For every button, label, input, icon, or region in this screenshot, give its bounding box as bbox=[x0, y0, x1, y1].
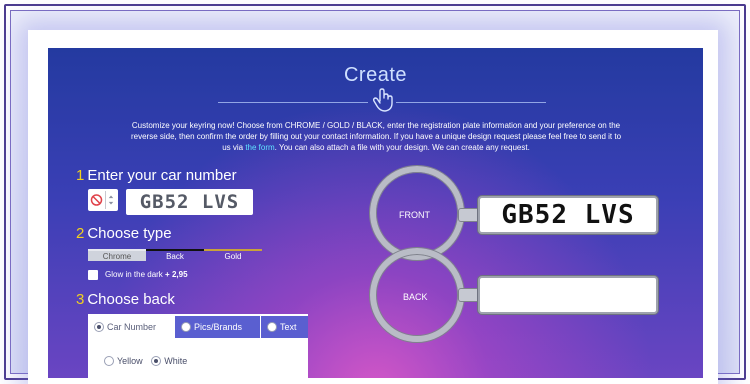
color-white-label[interactable]: White bbox=[164, 356, 187, 366]
tab-car-number-radio[interactable] bbox=[94, 321, 104, 332]
glow-in-dark-label: Glow in the dark + 2,95 bbox=[105, 270, 188, 280]
front-plate-preview: GB52 LVS bbox=[478, 196, 658, 234]
color-yellow-radio[interactable] bbox=[104, 355, 114, 366]
car-number-input[interactable]: GB52 LVS bbox=[126, 189, 253, 215]
step3-number: 3 bbox=[76, 291, 85, 308]
step3-heading: 3 Choose back bbox=[76, 291, 175, 308]
step1-title: Enter your car number bbox=[87, 167, 237, 184]
step2-number: 2 bbox=[76, 225, 85, 242]
intro-text-part2: . You can also attach a file with your d… bbox=[274, 143, 530, 152]
tab-pics-brands-radio[interactable] bbox=[181, 321, 191, 332]
glow-label-text: Glow in the dark bbox=[105, 270, 163, 279]
glow-price: + 2,95 bbox=[165, 270, 188, 279]
pointer-hand-icon bbox=[372, 88, 393, 112]
tab-pics-brands[interactable]: Pics/Brands bbox=[175, 316, 260, 338]
step2-title: Choose type bbox=[87, 225, 172, 242]
step1-heading: 1 Enter your car number bbox=[76, 167, 237, 184]
tab-text-label: Text bbox=[280, 322, 297, 332]
color-white-radio[interactable] bbox=[151, 355, 162, 366]
title-divider-left bbox=[218, 102, 368, 103]
tab-text-radio[interactable] bbox=[267, 321, 277, 332]
no-symbol-icon bbox=[90, 194, 103, 206]
type-selector: Chrome Back Gold bbox=[88, 249, 262, 261]
tab-car-number[interactable]: Car Number bbox=[88, 316, 174, 338]
back-color-options: Yellow White bbox=[98, 355, 187, 367]
type-option-gold[interactable]: Gold bbox=[204, 249, 262, 261]
tab-car-number-label: Car Number bbox=[107, 322, 157, 332]
back-plate-preview bbox=[478, 276, 658, 314]
title-divider-right bbox=[396, 102, 546, 103]
intro-text: Customize your keyring now! Choose from … bbox=[126, 120, 626, 153]
form-link[interactable]: the form bbox=[245, 143, 274, 152]
back-label: BACK bbox=[403, 292, 428, 302]
up-down-arrows-icon[interactable] bbox=[105, 191, 116, 209]
glow-in-dark-checkbox[interactable] bbox=[88, 270, 98, 280]
tab-text[interactable]: Text bbox=[261, 316, 308, 338]
step3-title: Choose back bbox=[87, 291, 175, 308]
type-option-chrome[interactable]: Chrome bbox=[88, 249, 146, 261]
step2-heading: 2 Choose type bbox=[76, 225, 172, 242]
plate-style-switch[interactable] bbox=[88, 189, 118, 211]
type-option-back[interactable]: Back bbox=[146, 249, 204, 261]
color-yellow-label[interactable]: Yellow bbox=[117, 356, 143, 366]
tab-pics-brands-label: Pics/Brands bbox=[194, 322, 243, 332]
step1-number: 1 bbox=[76, 167, 85, 184]
create-panel: Create Customize your keyring now! Choos… bbox=[48, 48, 703, 378]
front-label: FRONT bbox=[399, 210, 430, 220]
page-title: Create bbox=[343, 64, 408, 86]
